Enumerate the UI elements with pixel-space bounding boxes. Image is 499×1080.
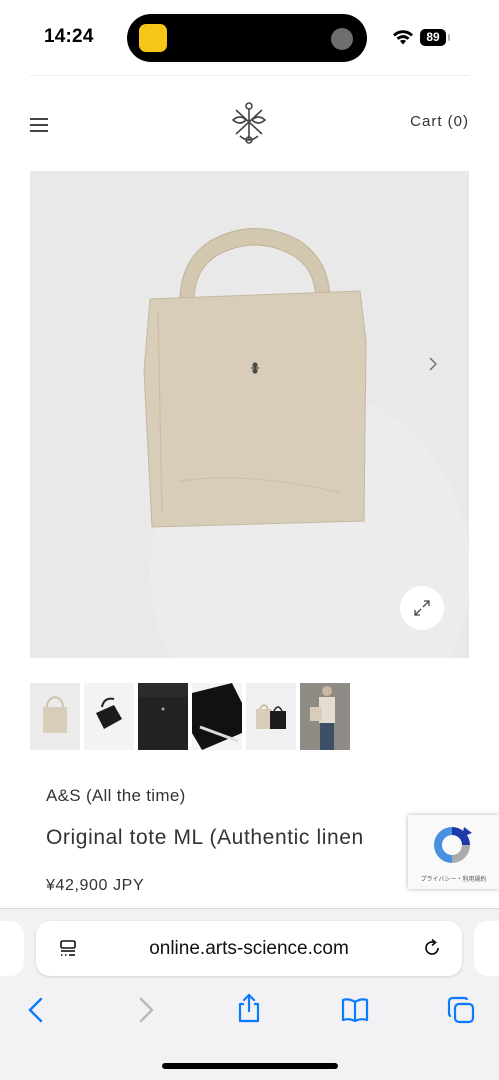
tote-bag-image: [143, 228, 367, 528]
battery-level: 89: [420, 29, 446, 46]
thumbnail-black-tote-flat[interactable]: [138, 683, 188, 750]
thumbnail-beige-tote[interactable]: [30, 683, 80, 750]
reload-icon[interactable]: [422, 938, 442, 958]
expand-arrows-icon: [414, 600, 430, 616]
product-price: ¥42,900 JPY: [46, 877, 145, 894]
thumbnail-model-with-tote[interactable]: [300, 683, 350, 750]
product-brand[interactable]: A&S (All the time): [46, 786, 186, 806]
thumbnail-black-tote-small[interactable]: [84, 683, 134, 750]
live-activity-indicator-icon: [331, 28, 353, 50]
next-image-arrow-icon[interactable]: [426, 355, 440, 373]
browser-toolbar: online.arts-science.com: [0, 908, 499, 1080]
recaptcha-logo-icon: [434, 827, 472, 863]
thumbnail-black-tote-angle[interactable]: [192, 683, 242, 750]
url-text[interactable]: online.arts-science.com: [36, 938, 462, 960]
hamburger-menu-icon[interactable]: [30, 118, 48, 132]
home-indicator: [162, 1063, 338, 1069]
address-bar[interactable]: online.arts-science.com: [36, 921, 462, 976]
status-bar: 14:24 89: [0, 0, 499, 76]
brand-logo-icon[interactable]: [228, 100, 270, 146]
thumbnail-strip: [30, 683, 350, 750]
zoom-expand-button[interactable]: [400, 586, 444, 630]
battery-cap-icon: [448, 34, 450, 41]
tabs-icon[interactable]: [446, 995, 476, 1025]
bookmarks-icon[interactable]: [340, 995, 370, 1025]
status-time: 14:24: [44, 26, 94, 47]
previous-tab-peek[interactable]: [0, 921, 24, 976]
back-icon[interactable]: [22, 995, 52, 1025]
product-title: Original tote ML (Authentic linen: [46, 826, 364, 849]
live-activity-app-icon: [139, 24, 167, 52]
product-main-image[interactable]: [30, 171, 469, 658]
dynamic-island: [127, 14, 367, 62]
share-icon[interactable]: [234, 993, 264, 1023]
recaptcha-privacy-terms[interactable]: プライバシー・利用規約: [408, 874, 499, 883]
next-tab-peek[interactable]: [474, 921, 499, 976]
recaptcha-badge[interactable]: プライバシー・利用規約: [408, 815, 499, 889]
cart-link[interactable]: Cart (0): [410, 113, 469, 130]
wifi-icon: [393, 30, 413, 45]
header-divider: [30, 75, 470, 76]
forward-icon[interactable]: [130, 995, 160, 1025]
thumbnail-beige-and-black-totes[interactable]: [246, 683, 296, 750]
